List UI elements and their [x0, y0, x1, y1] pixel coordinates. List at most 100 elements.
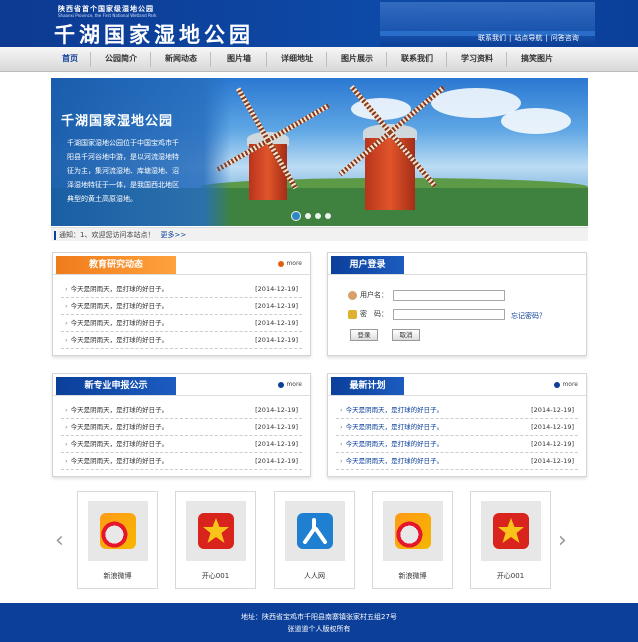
- username-input[interactable]: [393, 290, 505, 301]
- weibo-icon: [100, 513, 136, 549]
- list-item[interactable]: 今天是阴雨天，是打球的好日子。[2014-12-19]: [61, 332, 302, 349]
- list-item[interactable]: 今天是阴雨天，是打球的好日子。[2014-12-19]: [336, 419, 578, 436]
- site-header: 陕西省首个国家级湿地公园 Shaanxi Province, the First…: [0, 0, 638, 47]
- banner-slideshow[interactable]: 千湖国家湿地公园 千湖国家湿地公园位于中国宝鸡市千阳县千河谷地中游，是以河流湿地…: [51, 78, 588, 226]
- lock-icon: [348, 309, 357, 319]
- list-item[interactable]: 今天是阴雨天，是打球的好日子。[2014-12-19]: [336, 402, 578, 419]
- site-title: 千湖国家湿地公园: [54, 23, 254, 47]
- main-nav: 首页 公园简介 新闻动态 图片墙 详细地址 图片展示 联系我们 学习资料 搞笑图…: [0, 47, 638, 72]
- card-image: [383, 501, 443, 561]
- list-item[interactable]: 今天是阴雨天，是打球的好日子。[2014-12-19]: [61, 315, 302, 332]
- carousel-prev-arrow-icon[interactable]: ‹: [55, 528, 64, 553]
- card-image: [285, 501, 345, 561]
- list-item[interactable]: 今天是阴雨天，是打球的好日子。[2014-12-19]: [336, 436, 578, 453]
- top-links: 联系我们 | 站点导航 | 问答咨询: [478, 33, 579, 43]
- plans-more-link[interactable]: more: [554, 381, 578, 388]
- footer-address: 地址：陕西省宝鸡市千阳县南寨镇张家村五组27号: [241, 613, 397, 621]
- card-label: 新浪微博: [398, 572, 427, 580]
- site-footer: 地址：陕西省宝鸡市千阳县南寨镇张家村五组27号 张道道个人版权所有: [0, 603, 638, 642]
- application-list: 今天是阴雨天，是打球的好日子。[2014-12-19] 今天是阴雨天，是打球的好…: [61, 402, 302, 470]
- more-icon: [554, 381, 561, 388]
- list-item[interactable]: 今天是阴雨天，是打球的好日子。[2014-12-19]: [336, 453, 578, 470]
- plans-box-title: 最新计划: [331, 377, 404, 395]
- top-link-contact[interactable]: 联系我们: [478, 33, 506, 43]
- card-label: 开心001: [496, 572, 525, 580]
- weibo-icon: [395, 513, 431, 549]
- banner-cloud: [501, 108, 571, 134]
- latest-plans-box: 最新计划 more 今天是阴雨天，是打球的好日子。[2014-12-19] 今天…: [327, 373, 587, 477]
- nav-item-gallery[interactable]: 图片展示: [332, 47, 382, 71]
- nav-item-funny-pics[interactable]: 搞笑图片: [512, 47, 562, 71]
- username-label: 用户名：: [360, 291, 388, 299]
- banner-title: 千湖国家湿地公园: [61, 114, 174, 129]
- password-input[interactable]: [393, 309, 505, 320]
- link-card-kaixin[interactable]: 开心001: [175, 491, 256, 589]
- slideshow-dots: [291, 211, 335, 221]
- renren-icon: [297, 513, 333, 549]
- top-link-sitemap[interactable]: 站点导航: [514, 33, 542, 43]
- list-item[interactable]: 今天是阴雨天，是打球的好日子。[2014-12-19]: [61, 402, 302, 419]
- research-news-box: 教育研究动态 more 今天是阴雨天，是打球的好日子。[2014-12-19] …: [52, 252, 311, 356]
- card-label: 开心001: [201, 572, 230, 580]
- list-item[interactable]: 今天是阴雨天，是打球的好日子。[2014-12-19]: [61, 298, 302, 315]
- cancel-button[interactable]: 取消: [392, 329, 420, 341]
- research-box-title: 教育研究动态: [56, 256, 176, 274]
- slide-dot[interactable]: [305, 212, 311, 219]
- forgot-password-link[interactable]: 忘记密码？: [511, 311, 546, 321]
- kaixin-icon: [198, 513, 234, 549]
- site-subtitle-en: Shaanxi Province, the First National Wet…: [58, 13, 157, 18]
- card-label: 人人网: [304, 572, 325, 580]
- link-card-weibo-2[interactable]: 新浪微博: [372, 491, 453, 589]
- card-image: [481, 501, 541, 561]
- nav-item-materials[interactable]: 学习资料: [452, 47, 502, 71]
- banner-description: 千湖国家湿地公园位于中国宝鸡市千阳县千河谷地中游，是以河流湿地特征为主，集河流湿…: [67, 139, 179, 203]
- username-row: 用户名：: [348, 290, 388, 300]
- nav-item-photo-wall[interactable]: 图片墙: [216, 47, 262, 71]
- nav-item-contact[interactable]: 联系我们: [392, 47, 442, 71]
- notice-bar: 通知：1、欢迎您访问本站点！ 更多>>: [51, 227, 588, 241]
- application-more-link[interactable]: more: [278, 381, 302, 388]
- more-icon: [278, 260, 285, 267]
- nav-item-news[interactable]: 新闻动态: [156, 47, 206, 71]
- box-header: 最新计划 more: [328, 374, 586, 396]
- kaixin-icon: [493, 513, 529, 549]
- notice-label: 通知：: [59, 231, 80, 239]
- password-label: 密 码：: [360, 310, 388, 318]
- list-item[interactable]: 今天是阴雨天，是打球的好日子。[2014-12-19]: [61, 281, 302, 298]
- nav-item-about[interactable]: 公园简介: [96, 47, 146, 71]
- notice-more-link[interactable]: 更多>>: [160, 231, 186, 239]
- slide-dot[interactable]: [325, 212, 331, 219]
- card-image: [88, 501, 148, 561]
- login-box-title: 用户登录: [331, 256, 404, 274]
- user-login-box: 用户登录 用户名： 密 码： 忘记密码？ 登录 取消: [327, 252, 587, 356]
- slide-dot-active[interactable]: [291, 211, 301, 221]
- carousel-next-arrow-icon[interactable]: ›: [558, 528, 567, 553]
- plans-list: 今天是阴雨天，是打球的好日子。[2014-12-19] 今天是阴雨天，是打球的好…: [336, 402, 578, 470]
- more-icon: [278, 381, 285, 388]
- slide-dot[interactable]: [315, 212, 321, 219]
- card-label: 新浪微博: [103, 572, 132, 580]
- link-card-weibo[interactable]: 新浪微博: [77, 491, 158, 589]
- list-item[interactable]: 今天是阴雨天，是打球的好日子。[2014-12-19]: [61, 419, 302, 436]
- footer-copyright: 张道道个人版权所有: [287, 625, 351, 633]
- notice-text[interactable]: 1、欢迎您访问本站点！: [80, 231, 154, 239]
- user-icon: [348, 290, 357, 300]
- nav-item-home[interactable]: 首页: [52, 47, 88, 71]
- notice-marker: [54, 230, 56, 240]
- top-link-qa[interactable]: 问答咨询: [551, 33, 579, 43]
- divider: |: [509, 34, 512, 42]
- list-item[interactable]: 今天是阴雨天，是打球的好日子。[2014-12-19]: [61, 436, 302, 453]
- box-header: 新专业申报公示 more: [53, 374, 310, 396]
- list-item[interactable]: 今天是阴雨天，是打球的好日子。[2014-12-19]: [61, 453, 302, 470]
- link-card-kaixin-2[interactable]: 开心001: [470, 491, 551, 589]
- login-button[interactable]: 登录: [350, 329, 378, 341]
- research-list: 今天是阴雨天，是打球的好日子。[2014-12-19] 今天是阴雨天，是打球的好…: [61, 281, 302, 349]
- application-box-title: 新专业申报公示: [56, 377, 176, 395]
- divider: |: [545, 34, 548, 42]
- research-more-link[interactable]: more: [278, 260, 302, 267]
- application-notice-box: 新专业申报公示 more 今天是阴雨天，是打球的好日子。[2014-12-19]…: [52, 373, 311, 477]
- box-header: 教育研究动态 more: [53, 253, 310, 275]
- link-card-renren[interactable]: 人人网: [274, 491, 355, 589]
- nav-item-address[interactable]: 详细地址: [272, 47, 322, 71]
- box-header: 用户登录: [328, 253, 586, 275]
